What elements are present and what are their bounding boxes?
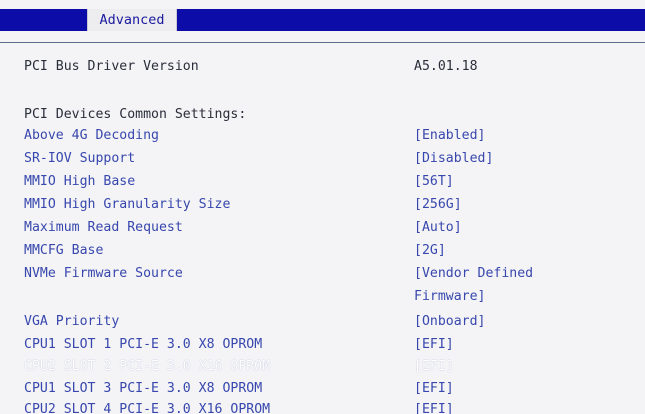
setting-label: VGA Priority — [24, 314, 120, 329]
setting-mmcfg-base[interactable]: MMCFG Base [2G] — [0, 240, 645, 261]
setting-cpu2-slot4-oprom[interactable]: CPU2 SLOT 4 PCI-E 3.0 X16 OPROM [EFI] — [0, 399, 645, 414]
setting-label: CPU2 SLOT 4 PCI-E 3.0 X16 OPROM — [24, 402, 271, 414]
setting-sr-iov-support[interactable]: SR-IOV Support [Disabled] — [0, 148, 645, 169]
setting-label: MMCFG Base — [24, 243, 104, 258]
pci-bus-driver-version-label: PCI Bus Driver Version — [24, 59, 199, 74]
setting-cpu1-slot3-oprom[interactable]: CPU1 SLOT 3 PCI-E 3.0 X8 OPROM [EFI] — [0, 378, 645, 399]
setting-value[interactable]: [2G] — [414, 240, 446, 261]
setting-value[interactable]: [Vendor Defined — [414, 263, 533, 284]
setting-value[interactable]: [Disabled] — [414, 148, 493, 169]
setting-cpu2-slot2-oprom[interactable]: CPU2 SLOT 2 PCI-E 3.0 X16 OPROM [EFI] — [0, 356, 645, 377]
setting-value[interactable]: [Enabled] — [414, 125, 485, 146]
setting-label: NVMe Firmware Source — [24, 266, 183, 281]
setting-label: MMIO High Granularity Size — [24, 197, 231, 212]
setting-nvme-firmware-source[interactable]: NVMe Firmware Source [Vendor Defined — [0, 263, 645, 284]
setting-value[interactable]: [Auto] — [414, 217, 462, 238]
bios-screen: Advanced PCI Bus Driver Version A5.01.18… — [0, 0, 645, 414]
setting-label: CPU1 SLOT 1 PCI-E 3.0 X8 OPROM — [24, 337, 263, 352]
setting-label: MMIO High Base — [24, 174, 136, 189]
section-heading-row: PCI Devices Common Settings: — [0, 104, 645, 125]
setting-mmio-high-granularity-size[interactable]: MMIO High Granularity Size [256G] — [0, 194, 645, 215]
setting-mmio-high-base[interactable]: MMIO High Base [56T] — [0, 171, 645, 192]
section-title: PCI Devices Common Settings: — [24, 107, 247, 122]
setting-value[interactable]: [Onboard] — [414, 311, 485, 332]
setting-value-continuation[interactable]: Firmware] — [414, 286, 485, 307]
setting-value[interactable]: [EFI] — [414, 334, 454, 355]
setting-label: CPU1 SLOT 3 PCI-E 3.0 X8 OPROM — [24, 381, 263, 396]
setting-vga-priority[interactable]: VGA Priority [Onboard] — [0, 311, 645, 332]
header-divider — [0, 42, 645, 43]
setting-nvme-firmware-source-continued[interactable]: Firmware] — [0, 286, 645, 307]
setting-maximum-read-request[interactable]: Maximum Read Request [Auto] — [0, 217, 645, 238]
setting-label: Above 4G Decoding — [24, 128, 159, 143]
setting-value[interactable]: [EFI] — [414, 399, 454, 414]
setting-label: Maximum Read Request — [24, 220, 183, 235]
setting-cpu1-slot1-oprom[interactable]: CPU1 SLOT 1 PCI-E 3.0 X8 OPROM [EFI] — [0, 334, 645, 355]
setting-value[interactable]: [256G] — [414, 194, 462, 215]
tab-advanced[interactable]: Advanced — [87, 9, 177, 31]
pci-bus-driver-version-value: A5.01.18 — [414, 59, 478, 74]
pci-bus-driver-version-row: PCI Bus Driver Version A5.01.18 — [0, 56, 645, 77]
setting-label: SR-IOV Support — [24, 151, 136, 166]
setting-value[interactable]: [EFI] — [414, 356, 454, 377]
setting-label: CPU2 SLOT 2 PCI-E 3.0 X16 OPROM — [24, 359, 271, 374]
setting-value[interactable]: [56T] — [414, 171, 454, 192]
setting-value[interactable]: [EFI] — [414, 378, 454, 399]
setting-above-4g-decoding[interactable]: Above 4G Decoding [Enabled] — [0, 125, 645, 146]
